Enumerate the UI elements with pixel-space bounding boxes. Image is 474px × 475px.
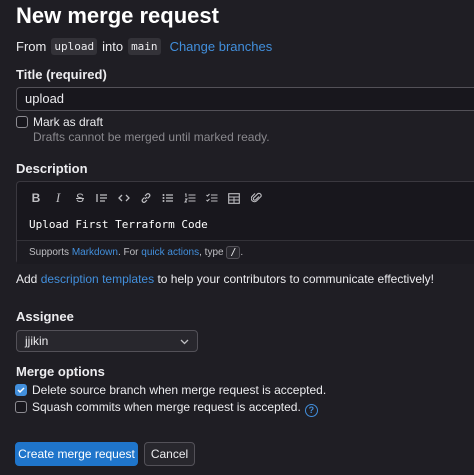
question-icon[interactable]: ? [304,403,318,417]
delete-source-branch-label: Delete source branch when merge request … [32,383,327,397]
source-branch: upload [51,38,98,55]
italic-icon[interactable]: I [47,187,69,209]
squash-commits-label: Squash commits when merge request is acc… [32,400,301,414]
slash-key: / [226,246,241,259]
change-branches-link[interactable]: Change branches [170,39,273,54]
strikethrough-icon[interactable]: S [69,187,91,209]
templates-prefix: Add [16,272,38,286]
task-list-icon[interactable] [201,187,223,209]
bulleted-list-icon[interactable] [157,187,179,209]
chevron-down-icon [180,334,189,348]
squash-commits-checkbox[interactable] [15,401,27,413]
branch-line: From upload into main Change branches [16,38,272,55]
check-icon [17,387,25,394]
description-editor[interactable]: B I S Upload First Terraform Code Suppor… [16,181,474,264]
numbered-list-icon[interactable] [179,187,201,209]
code-icon[interactable] [113,187,135,209]
assignee-dropdown[interactable]: jjikin [16,330,198,352]
templates-suffix: to help your contributors to communicate… [157,272,435,286]
description-templates-text: Add description templates to help your c… [16,272,434,286]
footer-prefix: Supports [29,247,70,258]
from-label: From [16,39,47,54]
editor-footer: Supports Markdown. For quick actions, ty… [17,240,474,264]
quick-actions-link[interactable]: quick actions [141,247,199,258]
attachment-icon[interactable] [245,187,267,209]
assignee-label: Assignee [16,309,74,324]
table-icon[interactable] [223,187,245,209]
target-branch: main [128,38,161,55]
description-templates-link[interactable]: description templates [41,272,154,286]
assignee-value: jjikin [25,334,49,348]
page-title: New merge request [16,3,219,28]
description-label: Description [16,161,88,176]
link-icon[interactable] [135,187,157,209]
bold-icon[interactable]: B [25,187,47,209]
footer-mid: . For [117,247,139,258]
draft-checkbox[interactable] [16,116,28,128]
cancel-button[interactable]: Cancel [144,442,195,466]
into-label: into [102,39,124,54]
title-input[interactable]: upload [16,87,474,111]
editor-toolbar: B I S [17,182,474,214]
draft-help-text: Drafts cannot be merged until marked rea… [33,130,270,144]
description-textarea[interactable]: Upload First Terraform Code [29,218,208,231]
footer-end: . [240,247,244,258]
markdown-link[interactable]: Markdown [72,247,118,258]
draft-label: Mark as draft [33,115,104,129]
delete-source-branch-checkbox[interactable] [15,384,27,396]
title-label: Title (required) [16,67,107,82]
quote-icon[interactable] [91,187,113,209]
footer-type: , type [199,247,224,258]
merge-options-label: Merge options [16,364,105,379]
create-merge-request-button[interactable]: Create merge request [15,442,138,466]
squash-commits-row: Squash commits when merge request is acc… [32,400,318,417]
